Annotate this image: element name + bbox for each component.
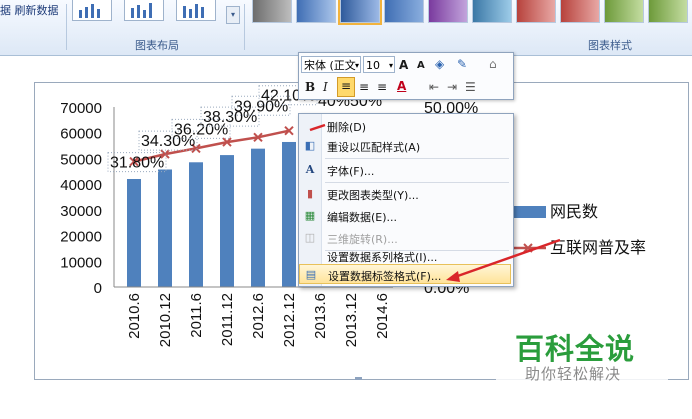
annotation-arrow	[446, 238, 561, 282]
annotation-arrow	[309, 123, 326, 132]
annotation-arrows	[309, 123, 561, 282]
